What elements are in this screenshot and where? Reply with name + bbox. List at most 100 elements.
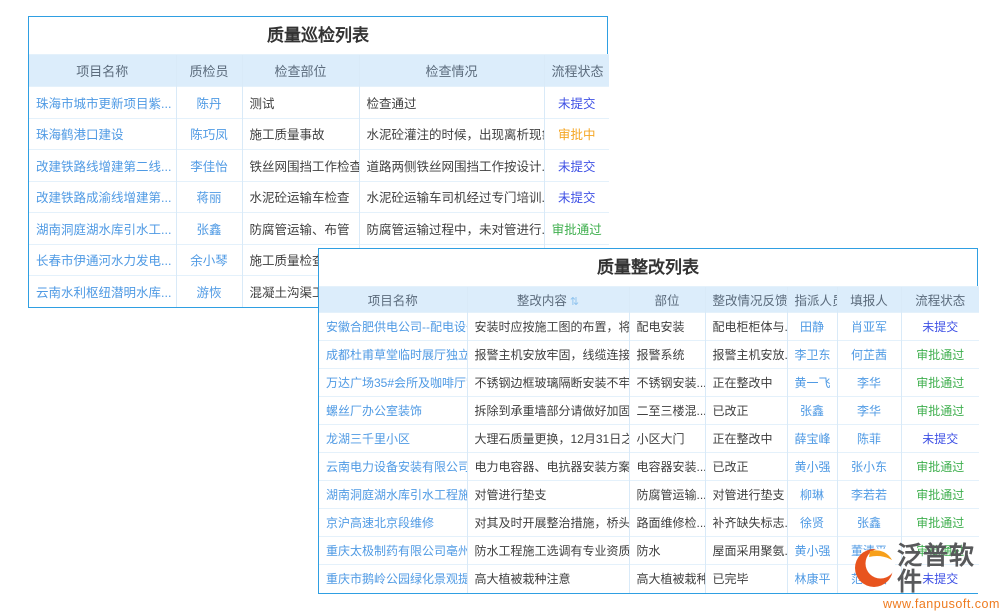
cell-text: 水泥砼运输车检查 [242,181,359,213]
cell-text: 二至三楼混... [629,397,705,425]
person-link[interactable]: 陈巧凤 [176,118,242,150]
cell-text: 防腐管运输过程中，未对管进行... [359,213,544,245]
column-header: 质检员 [176,55,242,87]
cell-text: 小区大门 [629,425,705,453]
status-text: 审批通过 [544,213,609,245]
column-header: 检查部位 [242,55,359,87]
cell-text: 道路两侧铁丝网围挡工作按设计... [359,150,544,182]
cell-text: 大理石质量更换，12月31日之... [467,425,629,453]
table-row: 京沪高速北京段维修对其及时开展整治措施，桥头...路面维修检...补齐缺失标志.… [319,509,979,537]
project-link[interactable]: 重庆太极制药有限公司亳州中... [319,537,467,565]
project-link[interactable]: 京沪高速北京段维修 [319,509,467,537]
cell-text: 水泥砼灌注的时候，出现离析现象 [359,118,544,150]
person-link[interactable]: 范思璐 [837,565,901,593]
person-link[interactable]: 张小东 [837,453,901,481]
status-text: 审批通过 [901,397,979,425]
table-row: 湖南洞庭湖水库引水工...张鑫防腐管运输、布管防腐管运输过程中，未对管进行...… [29,213,609,245]
project-link[interactable]: 龙湖三千里小区 [319,425,467,453]
person-link[interactable]: 蒋丽 [176,181,242,213]
cell-text: 防腐管运输、布管 [242,213,359,245]
person-link[interactable]: 柳琳 [787,481,837,509]
project-link[interactable]: 成都杜甫草堂临时展厅独立展... [319,341,467,369]
project-link[interactable]: 重庆市鹅岭公园绿化景观提升... [319,565,467,593]
person-link[interactable]: 陈菲 [837,425,901,453]
status-text: 未提交 [544,181,609,213]
cell-text: 对管进行垫支 [705,481,787,509]
column-header: 整改情况反馈 [705,287,787,313]
cell-text: 拆除到承重墙部分请做好加固... [467,397,629,425]
column-header: 检查情况 [359,55,544,87]
person-link[interactable]: 李若若 [837,481,901,509]
project-link[interactable]: 云南电力设备安装有限公司20... [319,453,467,481]
column-header[interactable]: 整改内容⇅ [467,287,629,313]
person-link[interactable]: 张鑫 [787,397,837,425]
cell-text: 屋面采用聚氨... [705,537,787,565]
person-link[interactable]: 黄小强 [787,537,837,565]
column-header: 填报人 [837,287,901,313]
status-text: 未提交 [901,425,979,453]
cell-text: 高大植被栽种 [629,565,705,593]
table-row: 安徽合肥供电公司--配电设备...安装时应按施工图的布置，将...配电安装配电柜… [319,313,979,341]
table-row: 重庆太极制药有限公司亳州中...防水工程施工选调有专业资质...防水屋面采用聚氨… [319,537,979,565]
person-link[interactable]: 林康平 [787,565,837,593]
person-link[interactable]: 李华 [837,369,901,397]
rectification-table: 项目名称整改内容⇅部位整改情况反馈指派人员填报人流程状态 安徽合肥供电公司--配… [319,286,979,593]
cell-text: 不锈钢安装... [629,369,705,397]
person-link[interactable]: 余小琴 [176,244,242,276]
project-link[interactable]: 湖南洞庭湖水库引水工程施工I标 [319,481,467,509]
person-link[interactable]: 徐贤 [787,509,837,537]
status-text: 未提交 [901,565,979,593]
table-row: 成都杜甫草堂临时展厅独立展...报警主机安放牢固，线缆连接...报警系统报警主机… [319,341,979,369]
person-link[interactable]: 田静 [787,313,837,341]
cell-text: 铁丝网围挡工作检查 [242,150,359,182]
column-header: 部位 [629,287,705,313]
person-link[interactable]: 张鑫 [837,509,901,537]
person-link[interactable]: 董清平 [837,537,901,565]
rectification-table-title: 质量整改列表 [319,249,977,286]
project-link[interactable]: 云南水利枢纽潜明水库... [29,276,176,308]
person-link[interactable]: 陈丹 [176,87,242,119]
cell-text: 高大植被栽种注意 [467,565,629,593]
cell-text: 安装时应按施工图的布置，将... [467,313,629,341]
column-header: 流程状态 [901,287,979,313]
table-row: 改建铁路线增建第二线...李佳怡铁丝网围挡工作检查道路两侧铁丝网围挡工作按设计.… [29,150,609,182]
person-link[interactable]: 薛宝峰 [787,425,837,453]
status-text: 审批通过 [901,537,979,565]
table-row: 改建铁路成渝线增建第...蒋丽水泥砼运输车检查水泥砼运输车司机经过专门培训...… [29,181,609,213]
project-link[interactable]: 改建铁路线增建第二线... [29,150,176,182]
project-link[interactable]: 万达广场35#会所及咖啡厅空... [319,369,467,397]
cell-text: 电容器安装... [629,453,705,481]
project-link[interactable]: 珠海市城市更新项目紫... [29,87,176,119]
cell-text: 配电安装 [629,313,705,341]
project-link[interactable]: 珠海鹤港口建设 [29,118,176,150]
column-header: 项目名称 [29,55,176,87]
project-link[interactable]: 湖南洞庭湖水库引水工... [29,213,176,245]
status-text: 未提交 [544,150,609,182]
cell-text: 防腐管运输... [629,481,705,509]
header-row: 项目名称整改内容⇅部位整改情况反馈指派人员填报人流程状态 [319,287,979,313]
person-link[interactable]: 肖亚军 [837,313,901,341]
person-link[interactable]: 李卫东 [787,341,837,369]
person-link[interactable]: 游恢 [176,276,242,308]
person-link[interactable]: 何芷茜 [837,341,901,369]
person-link[interactable]: 李佳怡 [176,150,242,182]
project-link[interactable]: 安徽合肥供电公司--配电设备... [319,313,467,341]
person-link[interactable]: 黄小强 [787,453,837,481]
person-link[interactable]: 黄一飞 [787,369,837,397]
table-row: 龙湖三千里小区大理石质量更换，12月31日之...小区大门正在整改中薛宝峰陈菲未… [319,425,979,453]
cell-text: 路面维修检... [629,509,705,537]
sort-icon[interactable]: ⇅ [570,296,579,308]
quality-rectification-table: 质量整改列表 项目名称整改内容⇅部位整改情况反馈指派人员填报人流程状态 安徽合肥… [318,248,978,594]
person-link[interactable]: 李华 [837,397,901,425]
cell-text: 正在整改中 [705,425,787,453]
cell-text: 防水工程施工选调有专业资质... [467,537,629,565]
cell-text: 正在整改中 [705,369,787,397]
project-link[interactable]: 螺丝厂办公室装饰 [319,397,467,425]
project-link[interactable]: 长春市伊通河水力发电... [29,244,176,276]
status-text: 审批通过 [901,481,979,509]
rectification-table-head: 项目名称整改内容⇅部位整改情况反馈指派人员填报人流程状态 [319,287,979,313]
cell-text: 检查通过 [359,87,544,119]
project-link[interactable]: 改建铁路成渝线增建第... [29,181,176,213]
person-link[interactable]: 张鑫 [176,213,242,245]
cell-text: 补齐缺失标志... [705,509,787,537]
